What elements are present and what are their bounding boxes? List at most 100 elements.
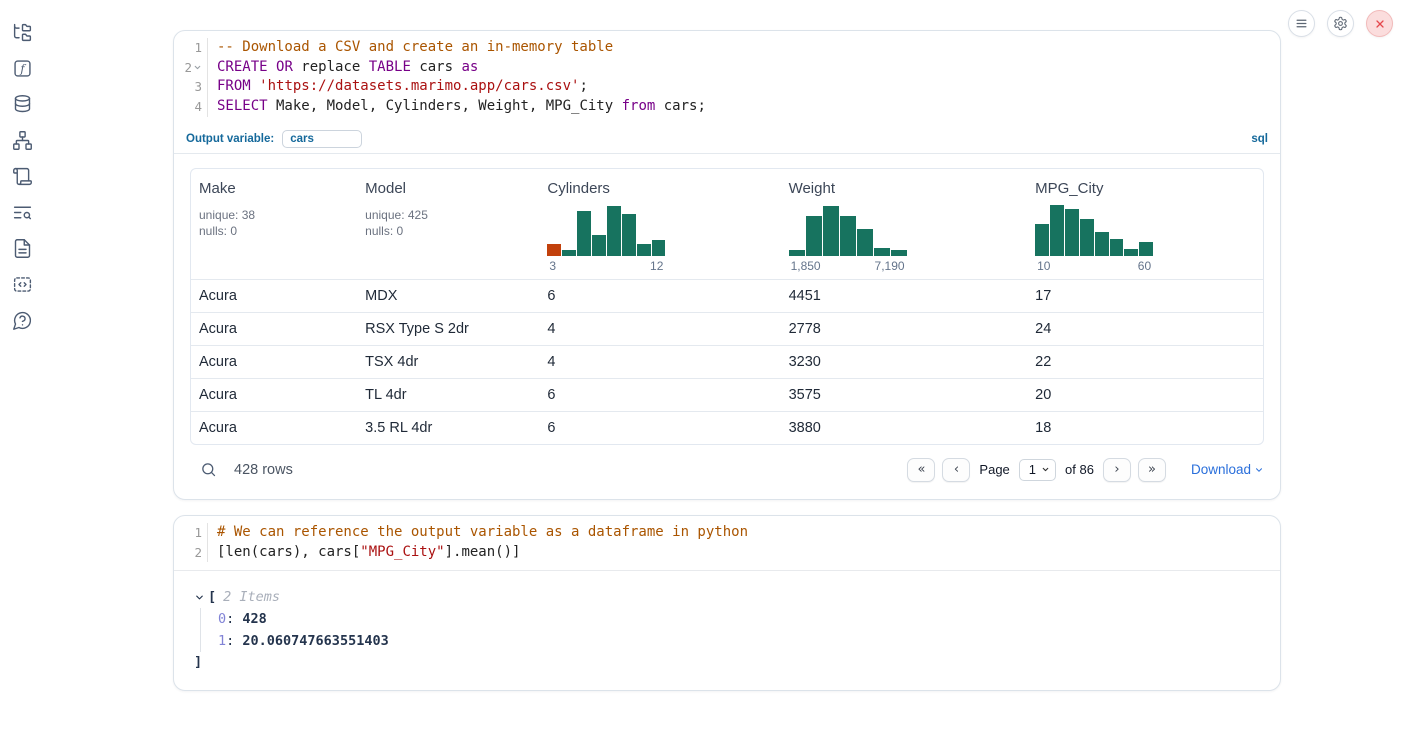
items-count: 2 Items: [223, 586, 280, 608]
open-bracket: [: [208, 586, 216, 608]
table-cell: Acura: [191, 321, 357, 337]
column-histogram: 1060: [1035, 204, 1153, 273]
table-cell: Acura: [191, 387, 357, 403]
axis-max-label: 12: [650, 259, 663, 273]
svg-text:f: f: [19, 61, 26, 75]
logs-icon[interactable]: [10, 164, 34, 188]
line-number: 3: [174, 77, 208, 97]
last-page-button[interactable]: »: [1138, 458, 1166, 482]
download-button[interactable]: Download: [1191, 462, 1264, 477]
code-line[interactable]: 2[len(cars), cars["MPG_City"].mean()]: [174, 543, 1280, 563]
histogram-bar: [1124, 249, 1138, 256]
code-line[interactable]: 2CREATE OR replace TABLE cars as: [174, 58, 1280, 78]
data-table: Makeunique: 38nulls: 0Modelunique: 425nu…: [190, 168, 1264, 445]
histogram-bar: [562, 250, 576, 256]
code-line[interactable]: 3FROM 'https://datasets.marimo.app/cars.…: [174, 77, 1280, 97]
output-variable-row: Output variable: cars sql: [174, 125, 1280, 154]
histogram-axis: 1,850 7,190: [789, 259, 907, 273]
column-histogram: 312: [547, 204, 665, 273]
histogram-bar: [1110, 239, 1124, 256]
prev-page-button[interactable]: ‹: [942, 458, 970, 482]
table-row[interactable]: AcuraRSX Type S 2dr4277824: [191, 312, 1263, 345]
column-stats: unique: 38nulls: 0: [199, 207, 349, 239]
dependencies-icon[interactable]: [10, 128, 34, 152]
python-cell: 1# We can reference the output variable …: [173, 515, 1281, 691]
histogram-axis: 312: [547, 259, 665, 273]
output-tree-entries: 0: 4281: 20.060747663551403: [200, 608, 1260, 652]
column-header-model[interactable]: Modelunique: 425nulls: 0: [357, 169, 539, 279]
histogram-bar: [637, 244, 651, 255]
chevron-down-icon: [1041, 465, 1050, 474]
column-header-make[interactable]: Makeunique: 38nulls: 0: [191, 169, 357, 279]
fold-chevron-icon[interactable]: [193, 63, 202, 72]
histogram-bar: [789, 250, 805, 256]
histogram-bar: [1050, 205, 1064, 255]
histogram-bar: [806, 216, 822, 256]
line-number: 2: [174, 543, 208, 563]
code-line[interactable]: 1-- Download a CSV and create an in-memo…: [174, 38, 1280, 58]
sql-code-editor[interactable]: 1-- Download a CSV and create an in-memo…: [174, 31, 1280, 125]
table-cell: 3230: [781, 354, 1028, 370]
table-row[interactable]: AcuraTSX 4dr4323022: [191, 345, 1263, 378]
page-select[interactable]: 1: [1019, 459, 1056, 481]
column-title: MPG_City: [1035, 180, 1255, 197]
histogram-bar: [840, 216, 856, 256]
table-row[interactable]: AcuraMDX6445117: [191, 279, 1263, 312]
search-icon[interactable]: [199, 461, 217, 479]
table-cell: Acura: [191, 420, 357, 436]
axis-min-label: 1,850: [791, 259, 821, 273]
histogram-bar: [891, 250, 907, 256]
output-variable-input[interactable]: cars: [282, 130, 362, 148]
axis-max-label: 7,190: [875, 259, 905, 273]
histogram-bar: [1065, 209, 1079, 256]
column-header-cylinders[interactable]: Cylinders 312: [539, 169, 780, 279]
axis-min-label: 10: [1037, 259, 1050, 273]
histogram-bar: [857, 229, 873, 256]
table-cell: 2778: [781, 321, 1028, 337]
entry-value: 428: [242, 611, 266, 627]
table-cell: 6: [539, 288, 780, 304]
entry-value: 20.060747663551403: [242, 633, 388, 649]
histogram-bar: [874, 248, 890, 256]
documentation-icon[interactable]: [10, 236, 34, 260]
table-cell: 4: [539, 354, 780, 370]
menu-icon[interactable]: [1288, 10, 1315, 37]
column-title: Model: [365, 180, 531, 197]
column-header-mpg_city[interactable]: MPG_City 1060: [1027, 169, 1263, 279]
variables-icon[interactable]: f: [10, 56, 34, 80]
code-line[interactable]: 4SELECT Make, Model, Cylinders, Weight, …: [174, 97, 1280, 117]
column-title: Weight: [789, 180, 1020, 197]
table-row[interactable]: Acura3.5 RL 4dr6388018: [191, 411, 1263, 444]
column-title: Cylinders: [547, 180, 772, 197]
snippets-icon[interactable]: [10, 272, 34, 296]
datasources-icon[interactable]: [10, 92, 34, 116]
first-page-button[interactable]: «: [907, 458, 935, 482]
code-line[interactable]: 1# We can reference the output variable …: [174, 523, 1280, 543]
page-select-value: 1: [1029, 462, 1036, 477]
notebook-area: 1-- Download a CSV and create an in-memo…: [173, 30, 1281, 691]
histogram-bar: [652, 240, 666, 256]
entry-key: 0: [218, 611, 226, 627]
code-text: FROM 'https://datasets.marimo.app/cars.c…: [208, 77, 588, 97]
collapse-chevron-icon[interactable]: [194, 592, 205, 603]
python-code-editor[interactable]: 1# We can reference the output variable …: [174, 516, 1280, 570]
next-page-button[interactable]: ›: [1103, 458, 1131, 482]
table-row[interactable]: AcuraTL 4dr6357520: [191, 378, 1263, 411]
table-cell: TSX 4dr: [357, 354, 539, 370]
table-cell: 6: [539, 420, 780, 436]
table-cell: RSX Type S 2dr: [357, 321, 539, 337]
gear-icon[interactable]: [1327, 10, 1354, 37]
close-icon[interactable]: [1366, 10, 1393, 37]
output-tree-entry: 0: 428: [218, 608, 1260, 630]
histogram: [789, 204, 907, 256]
table-cell: 24: [1027, 321, 1263, 337]
help-icon[interactable]: [10, 308, 34, 332]
histogram-bar: [1080, 219, 1094, 255]
histogram-bar: [577, 211, 591, 256]
file-explorer-icon[interactable]: [10, 20, 34, 44]
table-cell: 20: [1027, 387, 1263, 403]
table-of-contents-search-icon[interactable]: [10, 200, 34, 224]
code-text: SELECT Make, Model, Cylinders, Weight, M…: [208, 97, 706, 117]
column-header-weight[interactable]: Weight 1,850 7,190: [781, 169, 1028, 279]
column-histogram: 1,850 7,190: [789, 204, 907, 273]
